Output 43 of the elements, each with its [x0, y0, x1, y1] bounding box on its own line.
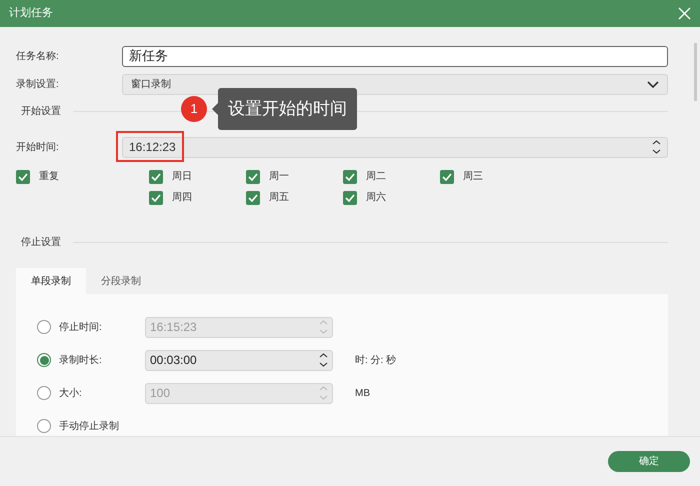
name-field[interactable]: 新任务	[122, 46, 668, 66]
checkbox[interactable]	[343, 190, 357, 204]
section-title: 停止设置	[20, 236, 62, 250]
checkbox-label: 周四	[172, 191, 192, 205]
close-icon[interactable]	[678, 7, 691, 20]
checkbox[interactable]	[16, 170, 30, 184]
tab[interactable]: 单段录制	[16, 268, 86, 294]
checkbox[interactable]	[440, 170, 454, 184]
checkbox-label: 周二	[366, 170, 386, 184]
checkbox[interactable]	[246, 190, 260, 204]
value-field[interactable]: 00:03:00	[145, 350, 333, 370]
checkbox-label: 周日	[172, 170, 192, 184]
scrollbar[interactable]	[694, 43, 697, 101]
field-label: 任务名称:	[16, 50, 60, 64]
checkbox[interactable]	[149, 190, 163, 204]
start-time-field[interactable]: 16:12:23	[122, 136, 668, 158]
option-label: 大小:	[59, 386, 83, 400]
unit-label: MB	[355, 386, 370, 400]
spinner-arrows-icon[interactable]	[319, 353, 328, 367]
unit-label: 时: 分: 秒	[355, 354, 396, 368]
checkbox-label: 周五	[269, 191, 289, 205]
option-label: 停止时间:	[59, 320, 103, 334]
confirm-button[interactable]: 确定	[608, 451, 690, 472]
checkbox-label: 周三	[463, 170, 483, 184]
section-title: 开始设置	[20, 104, 62, 118]
checkbox-label: 重复	[39, 170, 59, 184]
checkbox[interactable]	[246, 170, 260, 184]
window-title: 计划任务	[9, 6, 53, 22]
checkbox-label: 周一	[269, 170, 289, 184]
spinner-arrows-icon[interactable]	[652, 140, 661, 154]
radio-button[interactable]	[37, 353, 51, 367]
checkbox[interactable]	[149, 170, 163, 184]
option-label: 手动停止录制	[59, 420, 120, 434]
field-label: 录制设置:	[16, 78, 60, 92]
field-label: 开始时间:	[16, 140, 60, 154]
checkbox[interactable]	[343, 170, 357, 184]
record-mode-dropdown[interactable]: 窗口录制	[122, 74, 668, 94]
option-label: 录制时长:	[59, 354, 103, 368]
step-number-badge: 1	[181, 96, 207, 122]
checkbox-label: 周六	[366, 190, 386, 205]
radio-button[interactable]	[37, 419, 51, 433]
chevron-down-icon	[647, 80, 659, 88]
callout-tooltip: 设置开始的时间	[218, 88, 357, 130]
